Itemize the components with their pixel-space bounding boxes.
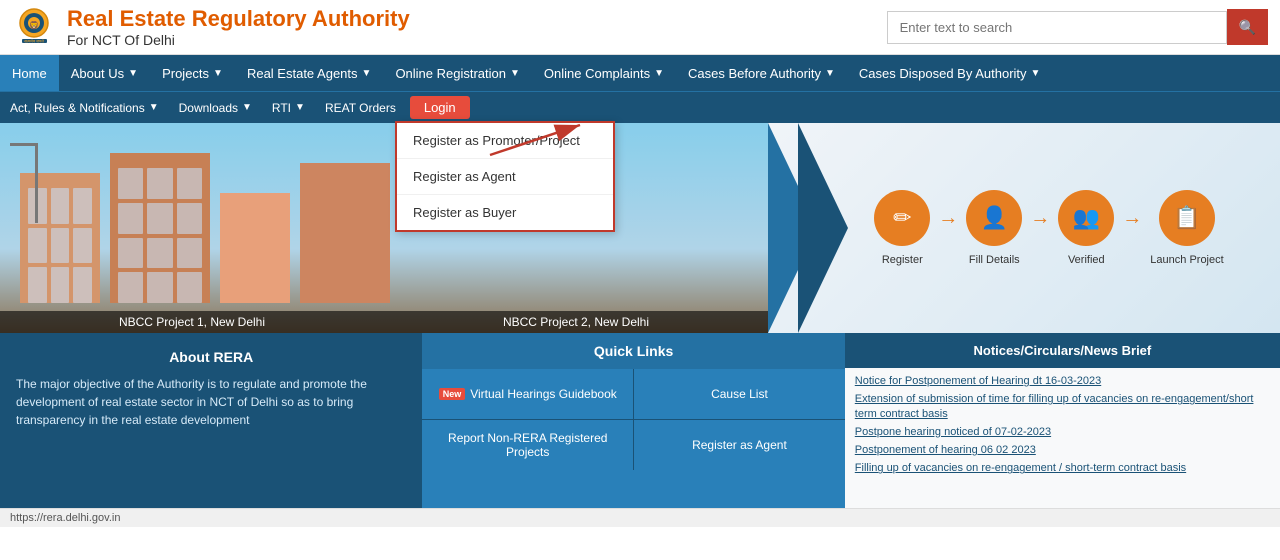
- notice-item-2[interactable]: Postpone hearing noticed of 07-02-2023: [855, 425, 1270, 439]
- nav-about-us[interactable]: About Us ▼: [59, 55, 150, 91]
- building-1-graphic: [20, 173, 100, 303]
- registration-steps: ✏ Register → 👤 Fill Details → 👥 Verified…: [804, 190, 1243, 266]
- svg-text:🦁: 🦁: [29, 20, 39, 30]
- quick-links-grid: New Virtual Hearings Guidebook Cause Lis…: [422, 369, 844, 470]
- act-rules-arrow-icon: ▼: [149, 102, 159, 113]
- about-rera-title: About RERA: [16, 349, 406, 365]
- step-verified: 👥 Verified: [1058, 190, 1114, 266]
- building-3-graphic: [220, 193, 290, 303]
- footer-url-bar: https://rera.delhi.gov.in: [0, 508, 1280, 527]
- bottom-info-section: About RERA The major objective of the Au…: [0, 333, 1280, 508]
- step-arrow-3-icon: →: [1122, 207, 1142, 230]
- ql-item-virtual-hearings[interactable]: New Virtual Hearings Guidebook: [422, 369, 633, 419]
- secondary-nav: Act, Rules & Notifications ▼ Downloads ▼…: [0, 91, 1280, 123]
- about-us-arrow-icon: ▼: [128, 68, 138, 79]
- step-verified-icon: 👥: [1058, 190, 1114, 246]
- ql-item-report-non-rera[interactable]: Report Non-RERA Registered Projects: [422, 420, 633, 470]
- notices-title: Notices/Circulars/News Brief: [845, 333, 1280, 368]
- about-rera-text: The major objective of the Authority is …: [16, 375, 406, 429]
- registration-arrow-icon: ▼: [510, 68, 520, 79]
- online-registration-dropdown: Register as Promoter/Project Register as…: [395, 121, 615, 232]
- site-subtitle: For NCT Of Delhi: [67, 32, 410, 48]
- nav-home[interactable]: Home: [0, 55, 59, 91]
- step-fill-icon: 👤: [966, 190, 1022, 246]
- step-launch-icon: 📋: [1159, 190, 1215, 246]
- login-button[interactable]: Login: [410, 96, 470, 119]
- new-badge: New: [439, 388, 466, 400]
- india-emblem-icon: 🦁 सत्यमेव जयते: [12, 5, 57, 50]
- complaints-arrow-icon: ▼: [654, 68, 664, 79]
- building-2-graphic: [110, 153, 210, 303]
- notice-item-3[interactable]: Postponement of hearing 06 02 2023: [855, 443, 1270, 457]
- ql-item-register-agent[interactable]: Register as Agent: [634, 420, 845, 470]
- chevron-decoration: [768, 123, 848, 333]
- hero-section: NBCC Project 1, New Delhi NBCC Project 2…: [0, 123, 1280, 333]
- dropdown-item-buyer[interactable]: Register as Buyer: [397, 195, 613, 230]
- step-arrow-2-icon: →: [1030, 207, 1050, 230]
- hero-caption-left: NBCC Project 1, New Delhi: [0, 311, 384, 333]
- svg-text:सत्यमेव जयते: सत्यमेव जयते: [24, 38, 44, 43]
- nav-rti[interactable]: RTI ▼: [262, 92, 315, 124]
- notice-item-1[interactable]: Extension of submission of time for fill…: [855, 392, 1270, 421]
- notice-item-4[interactable]: Filling up of vacancies on re-engagement…: [855, 461, 1270, 475]
- step-verified-label: Verified: [1068, 254, 1105, 266]
- step-launch-label: Launch Project: [1150, 254, 1223, 266]
- logo-area: 🦁 सत्यमेव जयते Real Estate Regulatory Au…: [12, 5, 410, 50]
- search-button[interactable]: 🔍: [1227, 9, 1268, 45]
- step-fill-details: 👤 Fill Details: [966, 190, 1022, 266]
- downloads-arrow-icon: ▼: [242, 102, 252, 113]
- rti-arrow-icon: ▼: [295, 102, 305, 113]
- notices-list: Notice for Postponement of Hearing dt 16…: [845, 368, 1280, 486]
- notice-item-0[interactable]: Notice for Postponement of Hearing dt 16…: [855, 374, 1270, 388]
- site-title: Real Estate Regulatory Authority For NCT…: [67, 6, 410, 48]
- nav-cases-before-authority[interactable]: Cases Before Authority ▼: [676, 55, 847, 91]
- step-register-icon: ✏: [874, 190, 930, 246]
- dropdown-item-agent[interactable]: Register as Agent: [397, 159, 613, 195]
- nav-real-estate-agents[interactable]: Real Estate Agents ▼: [235, 55, 383, 91]
- hero-caption-right: NBCC Project 2, New Delhi: [384, 311, 768, 333]
- quick-links-panel: Quick Links New Virtual Hearings Guidebo…: [422, 333, 844, 508]
- nav-online-registration[interactable]: Online Registration ▼: [383, 55, 531, 91]
- chevron-2-icon: [798, 123, 848, 333]
- dropdown-item-promoter[interactable]: Register as Promoter/Project: [397, 123, 613, 159]
- building-4-graphic: [300, 163, 390, 303]
- about-rera-panel: About RERA The major objective of the Au…: [0, 333, 422, 508]
- search-input[interactable]: [887, 11, 1227, 44]
- search-area: 🔍: [887, 9, 1268, 45]
- step-launch: 📋 Launch Project: [1150, 190, 1223, 266]
- nav-cases-disposed[interactable]: Cases Disposed By Authority ▼: [847, 55, 1053, 91]
- hero-image-left: NBCC Project 1, New Delhi NBCC Project 2…: [0, 123, 768, 333]
- footer-url-text: https://rera.delhi.gov.in: [10, 512, 120, 524]
- step-arrow-1-icon: →: [938, 207, 958, 230]
- step-register-label: Register: [882, 254, 923, 266]
- agents-arrow-icon: ▼: [362, 68, 372, 79]
- site-name: Real Estate Regulatory Authority: [67, 6, 410, 32]
- notices-panel: Notices/Circulars/News Brief Notice for …: [845, 333, 1280, 508]
- nav-downloads[interactable]: Downloads ▼: [169, 92, 262, 124]
- nav-reat-orders[interactable]: REAT Orders: [315, 92, 406, 124]
- step-register: ✏ Register: [874, 190, 930, 266]
- projects-arrow-icon: ▼: [213, 68, 223, 79]
- nav-projects[interactable]: Projects ▼: [150, 55, 235, 91]
- nav-act-rules[interactable]: Act, Rules & Notifications ▼: [0, 92, 169, 124]
- step-fill-label: Fill Details: [969, 254, 1020, 266]
- cases-before-arrow-icon: ▼: [825, 68, 835, 79]
- cases-disposed-arrow-icon: ▼: [1031, 68, 1041, 79]
- ql-item-cause-list[interactable]: Cause List: [634, 369, 845, 419]
- quick-links-title: Quick Links: [422, 333, 844, 369]
- nav-online-complaints[interactable]: Online Complaints ▼: [532, 55, 676, 91]
- hero-steps-area: ✏ Register → 👤 Fill Details → 👥 Verified…: [768, 123, 1280, 333]
- site-header: 🦁 सत्यमेव जयते Real Estate Regulatory Au…: [0, 0, 1280, 55]
- primary-nav: Home About Us ▼ Projects ▼ Real Estate A…: [0, 55, 1280, 91]
